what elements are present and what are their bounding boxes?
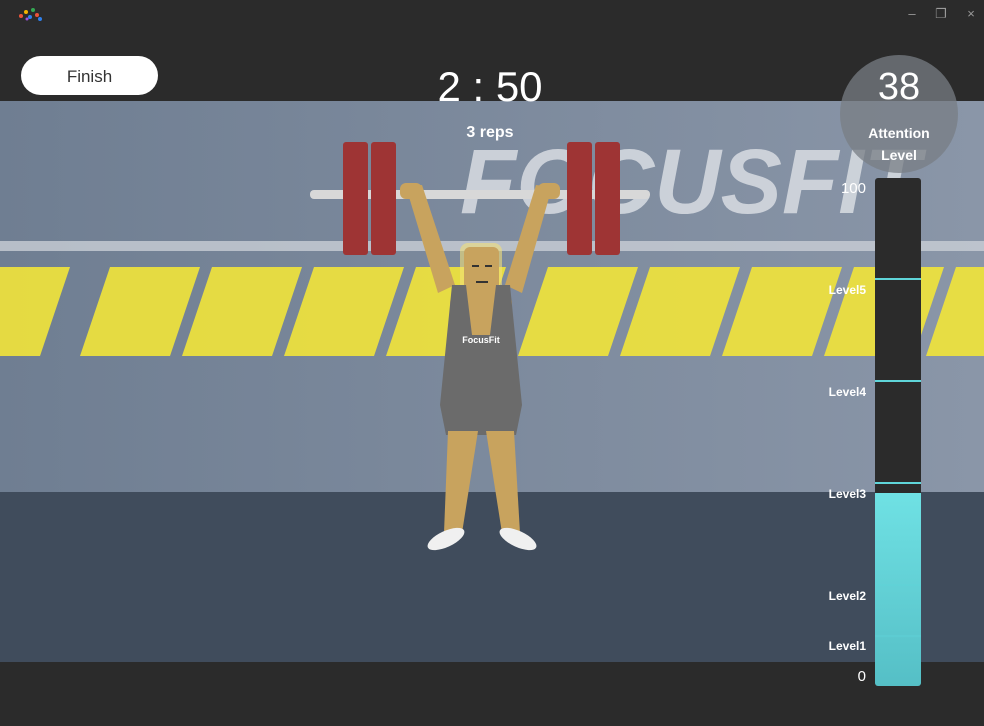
attention-label-line1: Attention <box>868 125 930 141</box>
level4-line <box>875 380 921 382</box>
attention-meter-fill <box>875 492 921 686</box>
attention-label-line2: Level <box>881 147 917 163</box>
barbell-plate-left-outer <box>343 142 368 255</box>
restore-button[interactable]: ❐ <box>931 4 951 24</box>
reps-counter: 3 reps <box>466 124 514 141</box>
finish-button[interactable]: Finish <box>21 56 158 95</box>
attention-value: 38 <box>877 66 921 108</box>
level2-label: Level2 <box>828 589 866 603</box>
barbell-plate-right-outer <box>595 142 620 255</box>
meter-min-label: 0 <box>857 668 866 685</box>
attention-label: Attention Level <box>840 122 958 166</box>
level2-line <box>875 584 921 586</box>
level1-label: Level1 <box>828 639 866 653</box>
level3-label: Level3 <box>828 487 866 501</box>
level1-line <box>875 635 921 637</box>
countdown-timer: 2 : 50 <box>437 63 543 110</box>
minimize-button[interactable]: – <box>902 4 922 24</box>
level5-label: Level5 <box>828 283 866 297</box>
level5-line <box>875 278 921 280</box>
barbell-plate-left-inner <box>371 142 396 255</box>
meter-max-label: 100 <box>840 180 866 197</box>
level3-line <box>875 482 921 484</box>
title-bar <box>0 0 984 28</box>
singlet-logo-text: FocusFit <box>462 335 500 345</box>
barbell-plate-right-inner <box>567 142 592 255</box>
app-logo-icon <box>19 8 42 21</box>
level4-label: Level4 <box>828 385 866 399</box>
weightlifter-character: FocusFit <box>310 142 650 551</box>
close-button[interactable]: × <box>961 4 981 24</box>
attention-meter <box>875 178 921 686</box>
